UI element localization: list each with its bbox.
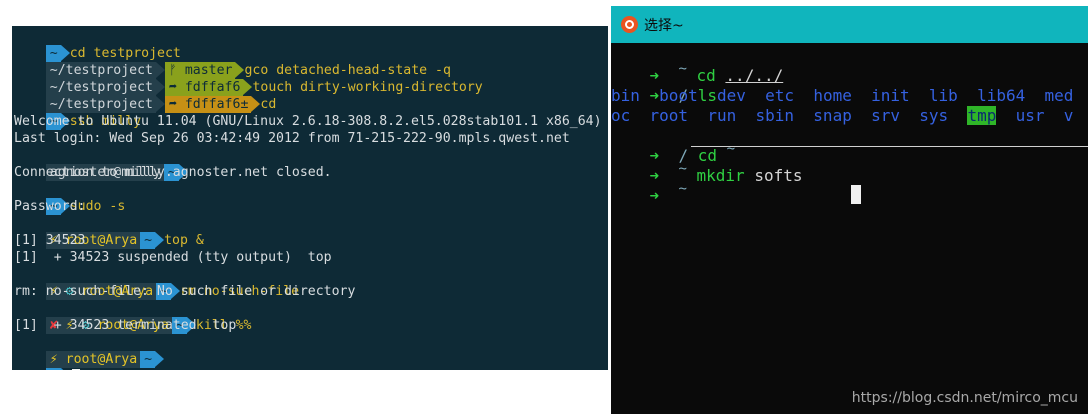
term-output: Connection to milly.agnoster.net closed. <box>14 165 332 180</box>
dir-entry: bin <box>611 86 640 105</box>
term-line: ⚡ root@Arya ~ <box>14 334 165 368</box>
dir-entry: sbin <box>755 106 795 125</box>
ls-output-row: bin boot dev etc home init lib lib64 med <box>611 86 1073 106</box>
dir-entry: med <box>1044 86 1074 105</box>
terminal-cursor <box>851 185 861 204</box>
term-line: ~ sudo -s <box>14 181 125 215</box>
term-line: ~ <box>14 351 80 370</box>
term-line: agnoster@milly ~ <box>14 147 188 181</box>
term-output: [1] 34523 <box>14 233 86 248</box>
dir-entry: boot <box>659 86 698 105</box>
agnoster-terminal[interactable]: ~ cd testproject ~/testproject ᚠ master gco… <box>12 26 608 370</box>
term-line: ✘ ⚡ ⚙ root@Arya ~ kill %% <box>14 300 251 334</box>
dir-entry: snap <box>813 106 852 125</box>
term-output: Last login: Wed Sep 26 03:42:49 2012 fro… <box>14 131 570 146</box>
ls-output-row: oc root run sbin snap srv sys tmp usr v <box>611 106 1073 126</box>
term-line: ➜ ~ <box>611 166 687 205</box>
term-line: ~/testproject ➦ fdffaf6 touch dirty-workin… <box>14 62 483 96</box>
window-title: 选择~ <box>644 18 684 34</box>
term-output: Password: <box>14 199 86 214</box>
term-output: [1] + 34523 suspended (tty output) top <box>14 250 332 265</box>
command-arg: softs <box>754 166 803 185</box>
term-line: ➜ / ls <box>611 66 717 105</box>
dir-entry: home <box>813 86 852 105</box>
window-titlebar[interactable]: 选择~ <box>611 6 1088 43</box>
term-line: ➜ ~ mkdir softs <box>611 146 803 185</box>
dir-entry: lib <box>928 86 958 105</box>
term-line: ➜ ~ cd ../../ <box>611 46 784 85</box>
dir-entry: sys <box>919 106 949 125</box>
dir-entry: dev <box>716 86 746 105</box>
term-output: rm: no-such-file: No such file or direct… <box>14 284 356 299</box>
cwd-segment: ~ <box>140 232 165 249</box>
dir-entry: v <box>1063 106 1074 125</box>
dir-entry: run <box>707 106 737 125</box>
dir-entry-highlighted: tmp <box>967 106 997 125</box>
command-text: touch dirty-working-directory <box>252 80 483 95</box>
dir-entry: root <box>649 106 689 125</box>
term-output: [1] + 34523 terminated top <box>14 318 237 333</box>
watermark-text: https://blog.csdn.net/mirco_mcu <box>851 390 1078 406</box>
dir-entry: init <box>871 86 910 105</box>
term-line: ~ cd testproject <box>14 28 181 62</box>
term-line: ~/testproject ➦ fdffaf6± cd <box>14 79 276 113</box>
command-text: top & <box>164 233 204 248</box>
term-output: Welcome to Ubuntu 11.04 (GNU/Linux 2.6.1… <box>14 114 602 129</box>
term-line: ⚡ root@Arya ~ top & <box>14 215 204 249</box>
dir-entry: lib64 <box>977 86 1026 105</box>
term-line: ~/testproject ᚠ master gco detached-head-s… <box>14 45 451 79</box>
cwd-text: ~ <box>678 181 687 197</box>
dir-entry: oc <box>611 106 631 125</box>
command-arg: ../../ <box>725 66 784 85</box>
dir-entry: srv <box>871 106 900 125</box>
prompt-arrow-icon: ➜ <box>649 186 660 205</box>
dir-entry: usr <box>1015 106 1045 125</box>
ubuntu-logo-icon <box>621 16 638 33</box>
cwd-segment: ~ <box>140 351 165 368</box>
term-line: ~ ssh milly <box>14 96 141 130</box>
terminal-cursor <box>71 368 80 370</box>
git-dirty-segment: ➦ fdffaf6± <box>164 96 261 113</box>
cwd-segment: ~ <box>45 368 70 370</box>
ubuntu-terminal-window[interactable]: 选择~ ➜ ~ cd ../../ ➜ / ls bin boot dev et… <box>611 6 1088 414</box>
term-line: ⚡ ⚙ root@Arya ~ rm no-such-file <box>14 266 299 300</box>
command-text: cd <box>260 97 277 112</box>
command-text: mkdir <box>696 166 745 185</box>
term-line: ➜ / cd ~ <box>611 126 736 165</box>
dir-entry: etc <box>765 86 795 105</box>
